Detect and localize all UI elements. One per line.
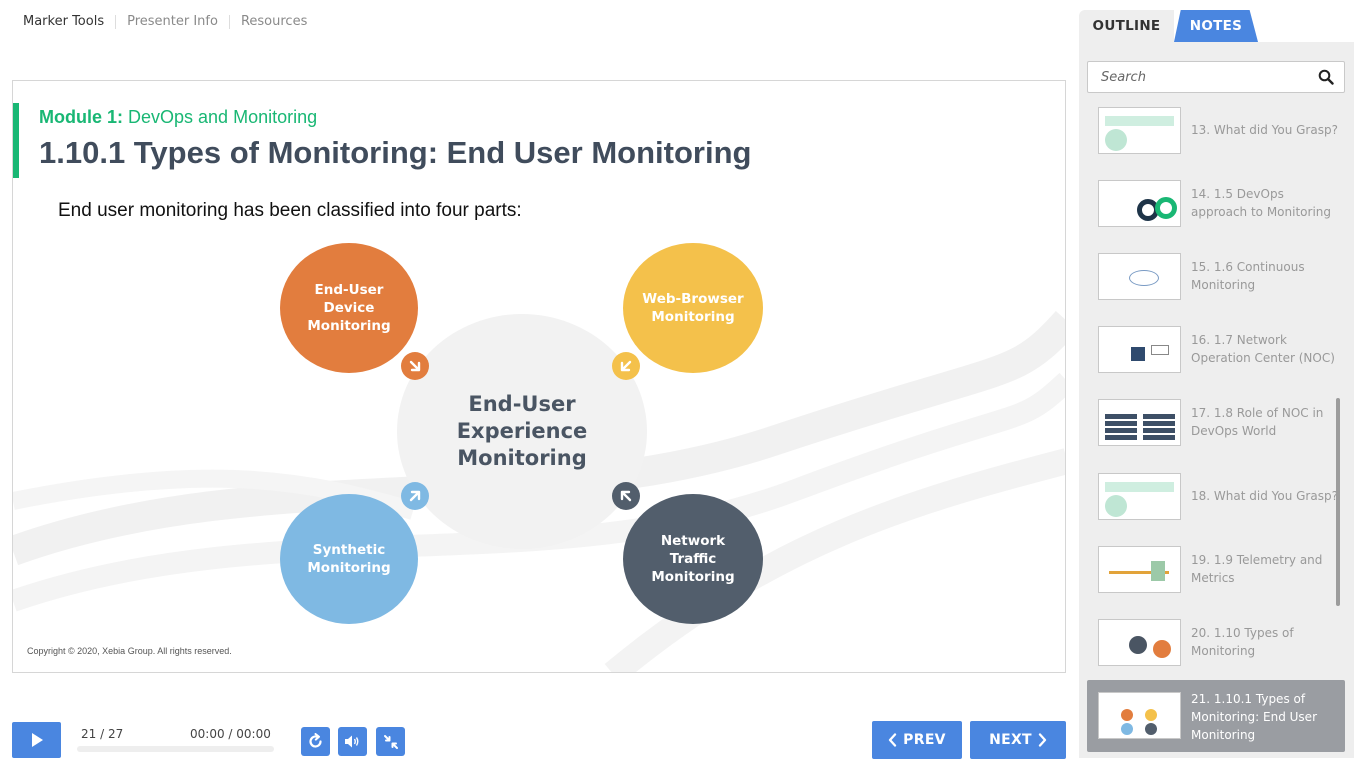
slide-canvas: Module 1: DevOps and Monitoring 1.10.1 T… (12, 80, 1066, 673)
slide-thumbnail (1098, 473, 1181, 520)
volume-icon (345, 735, 359, 748)
replay-button[interactable] (301, 727, 330, 756)
slide-intro-text: End user monitoring has been classified … (58, 200, 522, 221)
network-monitoring-label: Network Traffic Monitoring (651, 533, 735, 585)
synthetic-monitoring-circle: Synthetic Monitoring (280, 494, 418, 624)
play-icon (31, 733, 43, 747)
outline-item-21[interactable]: 21. 1.10.1 Types of Monitoring: End User… (1087, 680, 1345, 752)
device-monitoring-circle: End-User Device Monitoring (280, 243, 418, 373)
next-button[interactable]: NEXT (970, 721, 1066, 759)
outline-item-label: 13. What did You Grasp? (1191, 123, 1338, 137)
slide-thumbnail (1098, 399, 1181, 446)
browser-monitoring-circle: Web-Browser Monitoring (623, 243, 763, 373)
outline-scrollbar[interactable] (1336, 398, 1340, 606)
tab-notes[interactable]: NOTES (1174, 10, 1258, 42)
chevron-right-icon (1038, 733, 1047, 747)
outline-item-label: 21. 1.10.1 Types of Monitoring: End User… (1191, 692, 1317, 742)
player-app: Marker Tools Presenter Info Resources Mo… (0, 0, 1366, 768)
presenter-info-link[interactable]: Presenter Info (115, 15, 229, 29)
outline-item-label: 19. 1.9 Telemetry and Metrics (1191, 553, 1323, 585)
chevron-left-icon (889, 733, 897, 747)
search-icon[interactable] (1318, 69, 1334, 85)
synthetic-monitoring-label: Synthetic Monitoring (307, 542, 391, 576)
volume-button[interactable] (338, 727, 367, 756)
slide-title: 1.10.1 Types of Monitoring: End User Mon… (39, 135, 752, 170)
outline-item-13[interactable]: 13. What did You Grasp? (1087, 97, 1345, 161)
prev-label: PREV (903, 732, 946, 748)
slide-counter: 21 / 27 (81, 727, 124, 741)
exit-fullscreen-button[interactable] (376, 727, 405, 756)
outline-item-label: 20. 1.10 Types of Monitoring (1191, 626, 1294, 658)
network-monitoring-circle: Network Traffic Monitoring (623, 494, 763, 624)
outline-item-label: 14. 1.5 DevOps approach to Monitoring (1191, 187, 1332, 219)
module-name: DevOps and Monitoring (128, 107, 318, 127)
slide-thumbnail (1098, 253, 1181, 300)
device-monitoring-label: End-User Device Monitoring (307, 282, 391, 334)
outline-item-17[interactable]: 17. 1.8 Role of NOC in DevOps World (1087, 389, 1345, 453)
time-display: 00:00 / 00:00 (190, 727, 271, 741)
slide-thumbnail (1098, 107, 1181, 154)
module-heading: Module 1: DevOps and Monitoring (39, 107, 317, 128)
outline-item-label: 15. 1.6 Continuous Monitoring (1191, 260, 1305, 292)
arrow-up-left-icon (612, 482, 640, 510)
outline-item-14[interactable]: 14. 1.5 DevOps approach to Monitoring (1087, 170, 1345, 234)
next-label: NEXT (989, 732, 1032, 748)
prev-button[interactable]: PREV (872, 721, 962, 759)
top-menu: Marker Tools Presenter Info Resources (12, 12, 318, 32)
outline-item-20[interactable]: 20. 1.10 Types of Monitoring (1087, 609, 1345, 673)
title-accent-bar (13, 103, 19, 178)
browser-monitoring-label: Web-Browser Monitoring (642, 291, 744, 325)
slide-thumbnail (1098, 546, 1181, 593)
outline-item-19[interactable]: 19. 1.9 Telemetry and Metrics (1087, 536, 1345, 600)
copyright-text: Copyright © 2020, Xebia Group. All right… (27, 646, 232, 656)
collapse-icon (383, 734, 398, 749)
outline-item-16[interactable]: 16. 1.7 Network Operation Center (NOC) (1087, 316, 1345, 380)
slide-thumbnail (1098, 180, 1181, 227)
outline-list: 13. What did You Grasp? 14. 1.5 DevOps a… (1087, 96, 1345, 758)
tab-outline[interactable]: OUTLINE (1079, 10, 1174, 42)
module-label: Module 1: (39, 107, 123, 127)
slide-thumbnail (1098, 326, 1181, 373)
outline-item-15[interactable]: 15. 1.6 Continuous Monitoring (1087, 243, 1345, 307)
outline-item-18[interactable]: 18. What did You Grasp? (1087, 463, 1345, 527)
search-box (1087, 61, 1345, 93)
play-button[interactable] (12, 722, 61, 758)
arrow-down-left-icon (612, 352, 640, 380)
outline-item-label: 17. 1.8 Role of NOC in DevOps World (1191, 406, 1324, 438)
arrow-up-right-icon (401, 482, 429, 510)
outline-item-label: 18. What did You Grasp? (1191, 489, 1338, 503)
arrow-down-right-icon (401, 352, 429, 380)
seek-bar[interactable] (77, 746, 274, 752)
outline-item-label: 16. 1.7 Network Operation Center (NOC) (1191, 333, 1335, 365)
resources-link[interactable]: Resources (228, 15, 318, 29)
center-circle: End-User Experience Monitoring (397, 314, 647, 549)
sidebar-tabs: OUTLINE NOTES (1079, 10, 1258, 42)
slide-thumbnail (1098, 619, 1181, 666)
replay-icon (309, 733, 322, 748)
slide-thumbnail (1098, 692, 1181, 739)
marker-tools-link[interactable]: Marker Tools (12, 15, 115, 29)
center-circle-label: End-User Experience Monitoring (456, 392, 588, 470)
search-input[interactable] (1088, 62, 1308, 92)
